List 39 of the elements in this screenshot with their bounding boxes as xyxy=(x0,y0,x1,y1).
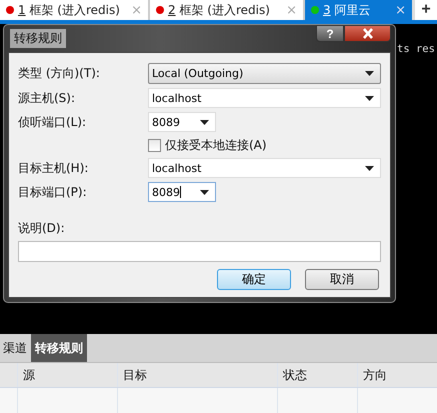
column-header[interactable]: 目标 xyxy=(118,363,278,387)
terminal-tab[interactable]: 1 框架 (进入redis) × xyxy=(0,0,150,20)
column-header[interactable]: 方向 xyxy=(358,363,437,387)
panel-tab[interactable]: 渠道 xyxy=(0,334,31,362)
close-icon xyxy=(360,28,374,39)
field-label: 目标主机(H): xyxy=(18,160,90,176)
combo-field[interactable]: localhost xyxy=(148,88,381,108)
field-label: 源主机(S): xyxy=(18,90,76,106)
help-button[interactable]: ? xyxy=(316,25,344,42)
field-label: 说明(D): xyxy=(18,220,66,237)
tab-label: 1 框架 (进入redis) xyxy=(18,2,121,18)
dialog-title: 转移规则 xyxy=(10,29,66,48)
combo-field[interactable]: 8089 xyxy=(148,112,216,132)
cancel-button[interactable]: 取消 xyxy=(305,269,379,290)
column-header[interactable]: 状态 xyxy=(278,363,358,387)
panel-tab[interactable]: 转移规则 xyxy=(31,334,87,362)
checkbox-label: 仅接受本地连接(A) xyxy=(165,136,267,154)
column-header[interactable]: 源 xyxy=(18,363,118,387)
terminal-tab[interactable]: 3 阿里云 × xyxy=(305,0,412,20)
combo-field[interactable]: localhost xyxy=(148,158,381,178)
terminal-text: ts res xyxy=(397,43,435,55)
dropdown-arrow-icon xyxy=(365,71,374,76)
dropdown-arrow-icon xyxy=(365,96,374,100)
tab-label: 3 阿里云 xyxy=(323,2,372,18)
field-label: 侦听端口(L): xyxy=(18,114,88,130)
combo-field[interactable]: 8089 xyxy=(148,182,216,202)
dropdown-arrow-icon xyxy=(200,190,209,194)
field-label: 目标端口(P): xyxy=(18,184,88,200)
dropdown-arrow-icon xyxy=(200,120,209,124)
terminal-tab[interactable]: 2 框架 (进入redis) × xyxy=(150,0,305,20)
description-field[interactable] xyxy=(18,241,381,262)
new-tab-button[interactable]: + xyxy=(412,0,437,20)
close-button[interactable] xyxy=(344,25,391,42)
field-label: 类型 (方向)(T): xyxy=(18,65,101,82)
dropdown-arrow-icon xyxy=(365,166,374,170)
ok-button[interactable]: 确定 xyxy=(217,269,291,290)
checkbox[interactable] xyxy=(148,138,161,152)
type-dropdown[interactable]: Local (Outgoing) xyxy=(148,63,381,84)
tab-label: 2 框架 (进入redis) xyxy=(168,2,271,18)
